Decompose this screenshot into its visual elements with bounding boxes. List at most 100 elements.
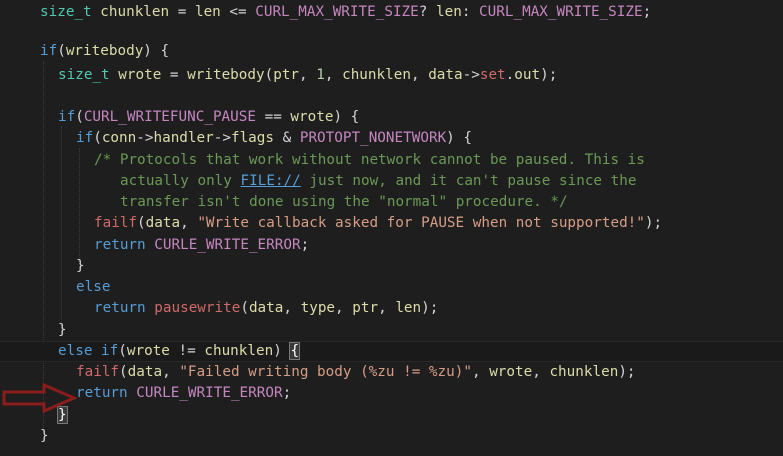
code-keyword: if	[101, 343, 119, 359]
code-punctuation	[92, 4, 101, 20]
code-punctuation: }	[76, 258, 85, 274]
code-punctuation: );	[540, 67, 558, 83]
code-line[interactable]: }	[0, 256, 783, 277]
code-identifier: writebody	[187, 67, 265, 83]
code-identifier: data	[428, 67, 463, 83]
code-punctuation: (	[57, 43, 66, 59]
code-type: size_t	[58, 67, 110, 83]
code-identifier: conn	[101, 130, 137, 146]
code-punctuation	[92, 343, 101, 359]
code-punctuation: );	[644, 215, 663, 231]
code-identifier: data	[145, 215, 181, 231]
code-punctuation: ;	[300, 237, 310, 253]
code-identifier: chunklen	[342, 67, 411, 83]
code-keyword: return	[76, 385, 128, 401]
red-arrow-annotation	[2, 383, 78, 413]
code-keyword: return	[94, 300, 146, 316]
code-identifier: data	[248, 300, 284, 316]
code-line[interactable]: failf(data, "Write callback asked for PA…	[0, 213, 783, 234]
code-line[interactable]: return CURLE_WRITE_ERROR;	[0, 235, 783, 256]
code-punctuation: (	[93, 130, 102, 146]
code-identifier: ptr	[352, 300, 379, 316]
code-function: failf	[94, 215, 138, 231]
code-punctuation: =	[161, 67, 188, 83]
code-punctuation: ,	[410, 67, 429, 83]
code-comment: actually only	[120, 173, 241, 189]
code-punctuation: (	[137, 215, 146, 231]
code-function: pausewrite	[154, 300, 241, 316]
code-punctuation: .	[505, 67, 515, 83]
code-punctuation: =	[169, 4, 195, 20]
code-keyword: else	[58, 343, 93, 359]
code-type: size_t	[40, 4, 92, 20]
code-identifier: handler	[153, 130, 214, 146]
code-comment: /* Protocols that work without network c…	[94, 152, 645, 168]
code-comment: just now, and it can't pause since the	[300, 173, 637, 189]
code-string: "Failed writing body (%zu != %zu)"	[179, 364, 472, 380]
code-punctuation: ==	[255, 109, 291, 125]
code-keyword: else	[76, 279, 111, 295]
code-punctuation: }	[58, 322, 67, 338]
code-link[interactable]: FILE://	[241, 173, 301, 189]
code-punctuation: ?	[418, 4, 436, 20]
code-punctuation: ) {	[446, 130, 472, 146]
code-macro: CURL_WRITEFUNC_PAUSE	[83, 109, 256, 125]
code-punctuation: }	[40, 428, 49, 444]
code-editor[interactable]: size_t chunklen = len <= CURL_MAX_WRITE_…	[0, 0, 783, 456]
code-line[interactable]: /* Protocols that work without network c…	[0, 150, 783, 171]
code-function: set	[479, 67, 506, 83]
code-keyword: if	[76, 130, 94, 146]
code-line[interactable]	[0, 86, 783, 107]
code-punctuation: ,	[180, 215, 198, 231]
code-punctuation: (	[119, 364, 128, 380]
code-punctuation: :	[461, 4, 480, 20]
code-macro: CURL_MAX_WRITE_SIZE	[479, 4, 643, 20]
code-punctuation: );	[421, 300, 439, 316]
code-line[interactable]: else	[0, 277, 783, 298]
code-keyword: if	[58, 109, 76, 125]
code-function: failf	[76, 364, 120, 380]
code-line[interactable]: if(conn->handler->flags & PROTOPT_NONETW…	[0, 128, 783, 149]
code-identifier: chunklen	[549, 364, 619, 380]
code-line[interactable]: return pausewrite(data, type, ptr, len);	[0, 298, 783, 319]
code-punctuation: ,	[471, 364, 490, 380]
code-line[interactable]: size_t wrote = writebody(ptr, 1, chunkle…	[0, 65, 783, 86]
code-identifier: out	[514, 67, 541, 83]
code-punctuation	[146, 237, 155, 253]
code-line[interactable]: return CURLE_WRITE_ERROR;	[0, 383, 783, 404]
code-punctuation: &	[274, 130, 300, 146]
code-identifier: wrote	[118, 67, 162, 83]
code-line[interactable]: actually only FILE:// just now, and it c…	[0, 171, 783, 192]
code-punctuation: (	[240, 300, 249, 316]
code-identifier: len	[194, 4, 221, 20]
code-line[interactable]: if(writebody) {	[0, 41, 783, 62]
code-punctuation: !=	[169, 343, 205, 359]
code-punctuation: ) {	[143, 43, 170, 59]
code-identifier: type	[300, 300, 336, 316]
code-punctuation: ,	[532, 364, 550, 380]
code-line[interactable]: }	[0, 320, 783, 341]
code-macro: CURLE_WRITE_ERROR	[154, 237, 301, 253]
code-line[interactable]: transfer isn't done using the "normal" p…	[0, 192, 783, 213]
code-identifier: len	[395, 300, 422, 316]
code-punctuation: ,	[299, 67, 317, 83]
code-identifier: len	[436, 4, 462, 20]
code-punctuation	[128, 385, 137, 401]
code-punctuation: ->	[213, 130, 231, 146]
code-line[interactable]: }	[0, 426, 783, 447]
code-punctuation: ->	[462, 67, 480, 83]
code-keyword: return	[94, 237, 146, 253]
code-line[interactable]: }	[0, 405, 783, 426]
code-line[interactable]: failf(data, "Failed writing body (%zu !=…	[0, 362, 783, 383]
code-string: "Write callback asked for PAUSE when not…	[197, 215, 645, 231]
code-line[interactable]: size_t chunklen = len <= CURL_MAX_WRITE_…	[0, 2, 783, 23]
code-punctuation: <=	[220, 4, 256, 20]
code-keyword: if	[40, 43, 58, 59]
code-punctuation	[146, 300, 155, 316]
code-punctuation: ,	[324, 67, 343, 83]
code-line[interactable]: if(CURL_WRITEFUNC_PAUSE == wrote) {	[0, 107, 783, 128]
code-line-current[interactable]: else if(wrote != chunklen) {	[0, 341, 783, 362]
code-identifier: flags	[230, 130, 275, 146]
code-punctuation: ,	[162, 364, 180, 380]
code-identifier: data	[127, 364, 163, 380]
